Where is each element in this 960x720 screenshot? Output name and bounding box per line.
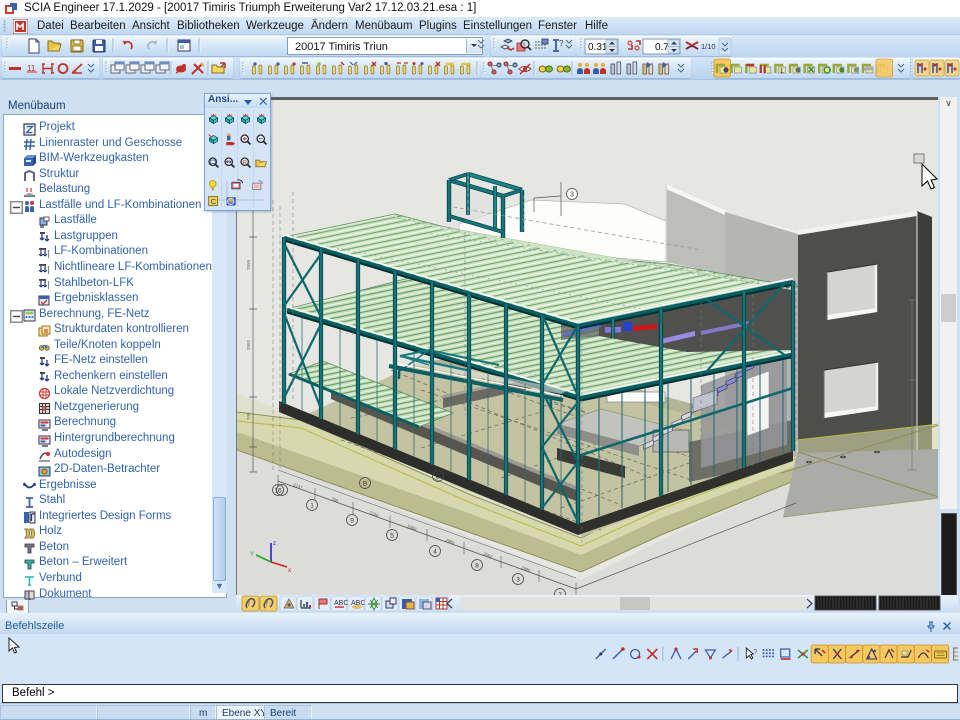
svg-text:L: L <box>780 68 784 75</box>
svg-text:1: 1 <box>310 503 314 510</box>
svg-text:3: 3 <box>516 577 520 584</box>
svg-text:4: 4 <box>433 549 437 556</box>
svg-text:1/10: 1/10 <box>701 42 716 51</box>
svg-text:B: B <box>363 481 367 488</box>
svg-text:5: 5 <box>390 533 394 540</box>
svg-text:8: 8 <box>475 563 479 570</box>
svg-text:R: R <box>243 160 247 166</box>
svg-text:z: z <box>273 541 276 547</box>
svg-text:7850: 7850 <box>246 259 251 270</box>
svg-text:?: ? <box>753 649 757 656</box>
svg-text:C: C <box>211 197 217 206</box>
svg-text:700: 700 <box>246 412 251 420</box>
svg-text:3: 3 <box>570 192 574 199</box>
svg-text:9: 9 <box>350 518 354 525</box>
svg-text:0.7: 0.7 <box>655 42 669 53</box>
svg-text:ABC: ABC <box>334 600 348 607</box>
svg-text:?: ? <box>559 39 564 48</box>
svg-text:x: x <box>288 568 291 574</box>
svg-text:2982: 2982 <box>246 339 251 350</box>
svg-text:Y: Y <box>250 552 254 558</box>
svg-text:C: C <box>436 474 441 481</box>
